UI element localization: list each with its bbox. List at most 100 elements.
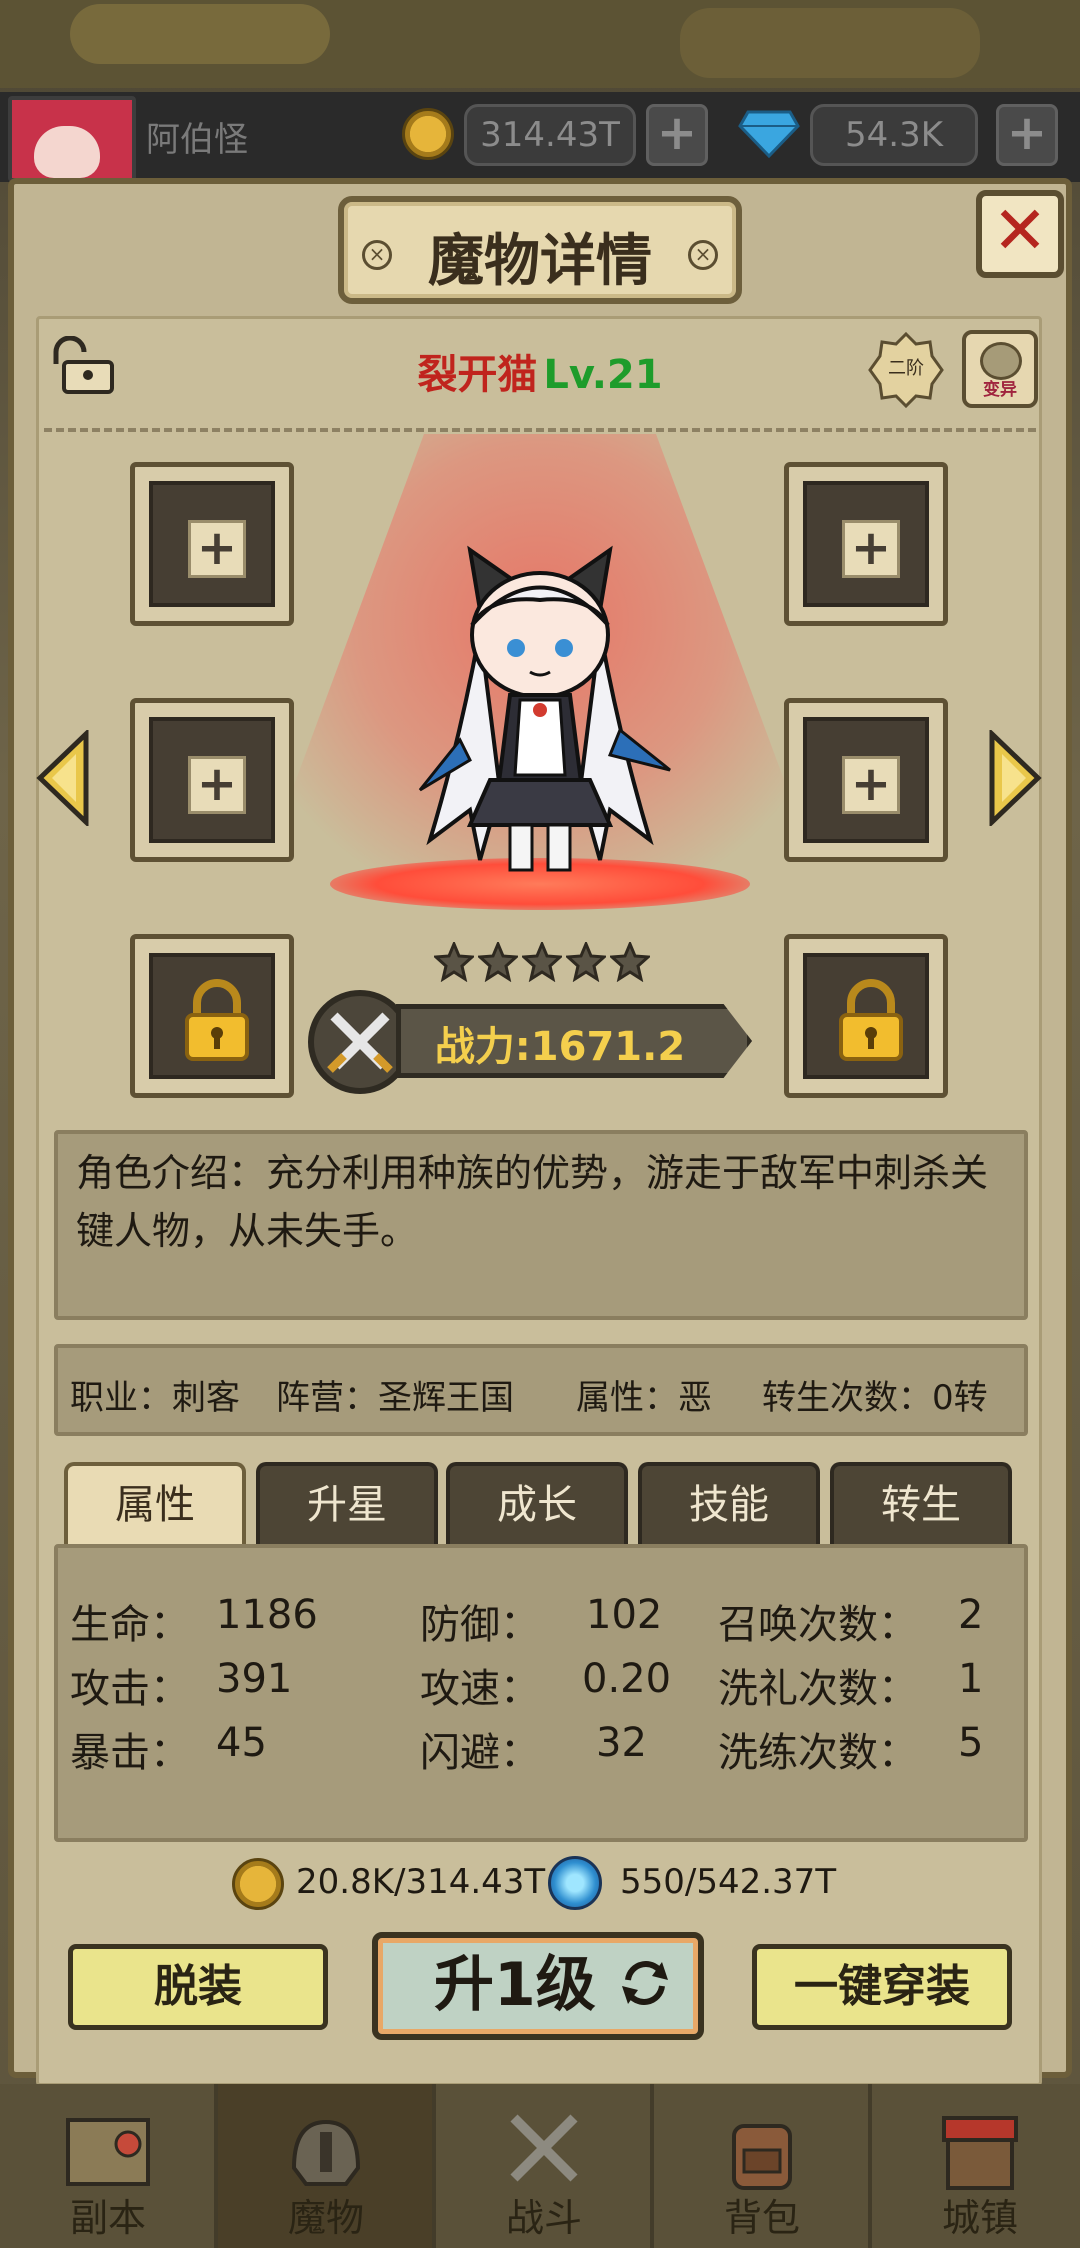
stat-refine-value: 5 <box>958 1720 984 1766</box>
gold-coin-icon <box>402 108 454 160</box>
stat-dodge-label: 闪避： <box>420 1730 540 1776</box>
slot-well: + <box>149 717 275 843</box>
padlock-icon <box>839 979 903 1061</box>
nav-label: 魔物 <box>287 2196 364 2240</box>
gold-cost: 20.8K/314.43T <box>296 1862 546 1902</box>
camp-info: 阵营：圣辉王国 <box>276 1378 514 1418</box>
tab-growth[interactable]: 成长 <box>446 1462 628 1546</box>
star-icon <box>478 942 518 982</box>
gold-amount: 314.43T <box>464 104 636 166</box>
slot-well: + <box>149 481 275 607</box>
swords-graphic <box>327 1012 393 1073</box>
stat-hp-label: 生命： <box>70 1602 190 1648</box>
essence-cost: 550/542.37T <box>620 1862 837 1902</box>
stat-aspd-label: 攻速： <box>420 1666 540 1712</box>
star-icon <box>522 942 562 982</box>
stat-def-label: 防御： <box>420 1602 540 1648</box>
monster-character-sprite <box>418 545 671 872</box>
tier-label: 二阶 <box>888 358 924 379</box>
stat-crit-value: 45 <box>216 1720 267 1766</box>
add-icon: + <box>188 520 246 578</box>
stat-summon-label: 召唤次数： <box>718 1602 918 1648</box>
divider <box>44 428 1036 432</box>
stat-baptism-label: 洗礼次数： <box>718 1666 918 1712</box>
job-info: 职业：刺客 <box>70 1378 240 1418</box>
equip-slot-2[interactable]: + <box>784 462 948 626</box>
attribute-info: 属性：恶 <box>576 1378 712 1418</box>
town-icon <box>942 2116 1018 2190</box>
next-monster-arrow-icon[interactable] <box>986 730 1042 826</box>
monster-name: 裂开猫 <box>417 352 538 398</box>
add-gold-button[interactable]: + <box>646 104 708 166</box>
tab-attributes[interactable]: 属性 <box>64 1462 246 1546</box>
character-description: 角色介绍：充分利用种族的优势，游走于敌军中刺杀关键人物，从未失手。 <box>76 1151 989 1253</box>
player-name: 阿伯怪 <box>146 120 248 160</box>
slot-well <box>803 953 929 1079</box>
top-status-bar: 阿伯怪 314.43T + 54.3K + <box>0 92 1080 182</box>
nav-label: 城镇 <box>941 2196 1018 2240</box>
dialog-title: 魔物详情 <box>428 229 652 294</box>
bolt-icon: × <box>688 240 718 270</box>
add-icon: + <box>188 756 246 814</box>
nav-label: 战斗 <box>505 2196 582 2240</box>
bottom-navigation: 副本 魔物 战斗 背包 城镇 <box>0 2084 1080 2248</box>
stat-hp-value: 1186 <box>216 1592 318 1638</box>
slot-well: + <box>803 481 929 607</box>
rebirth-info: 转生次数：0转 <box>762 1378 988 1418</box>
map-icon <box>66 2118 150 2186</box>
nav-dungeon[interactable]: 副本 <box>0 2084 216 2248</box>
essence-orb-icon <box>548 1856 602 1910</box>
add-icon: + <box>842 756 900 814</box>
crossed-swords-icon <box>510 2114 578 2182</box>
stat-aspd-value: 0.20 <box>582 1656 672 1702</box>
close-button[interactable]: ✕ <box>976 190 1064 278</box>
backpack-icon <box>732 2124 792 2190</box>
avatar-face <box>34 126 100 178</box>
gem-amount: 54.3K <box>810 104 978 166</box>
stat-crit-label: 暴击： <box>70 1730 190 1776</box>
tab-skills[interactable]: 技能 <box>638 1462 820 1546</box>
unequip-button[interactable]: 脱装 <box>68 1944 328 2030</box>
stats-panel: 生命： 1186 防御： 102 召唤次数： 2 攻击： 391 攻速： 0.2… <box>54 1544 1028 1842</box>
nav-label: 背包 <box>723 2196 800 2240</box>
star-rating <box>434 942 654 986</box>
equip-slot-locked-1[interactable] <box>130 934 294 1098</box>
equip-slot-3[interactable]: + <box>130 698 294 862</box>
stat-refine-label: 洗练次数： <box>718 1730 918 1776</box>
equip-all-button[interactable]: 一键穿装 <box>752 1944 1012 2030</box>
star-icon <box>566 942 606 982</box>
stat-def-value: 102 <box>586 1592 663 1638</box>
nav-monster[interactable]: 魔物 <box>218 2084 434 2248</box>
prev-monster-arrow-icon[interactable] <box>36 730 92 826</box>
stat-dodge-value: 32 <box>596 1720 647 1766</box>
avatar[interactable] <box>8 96 136 182</box>
mutate-button[interactable]: 变异 <box>962 330 1038 408</box>
monster-helmet-icon <box>291 2119 361 2186</box>
padlock-icon <box>185 979 249 1061</box>
title-plate: × 魔物详情 × <box>338 196 742 304</box>
nav-battle[interactable]: 战斗 <box>436 2084 652 2248</box>
combat-power: 战力:1671.2 <box>434 1024 686 1070</box>
stat-atk-label: 攻击： <box>70 1666 190 1712</box>
nav-label: 副本 <box>69 2196 146 2240</box>
mutate-label: 变异 <box>983 380 1017 400</box>
equip-slot-1[interactable]: + <box>130 462 294 626</box>
slot-well <box>149 953 275 1079</box>
stat-summon-value: 2 <box>958 1592 984 1638</box>
slot-well: + <box>803 717 929 843</box>
star-icon <box>610 942 650 982</box>
refresh-icon[interactable] <box>618 1956 672 2010</box>
nav-town[interactable]: 城镇 <box>872 2084 1080 2248</box>
add-gem-button[interactable]: + <box>996 104 1058 166</box>
tab-rebirth[interactable]: 转生 <box>830 1462 1012 1546</box>
stat-atk-value: 391 <box>216 1656 293 1702</box>
description-box: 角色介绍：充分利用种族的优势，游走于敌军中刺杀关键人物，从未失手。 <box>54 1130 1028 1320</box>
equip-slot-locked-2[interactable] <box>784 934 948 1098</box>
star-icon <box>434 942 474 982</box>
background-banner <box>0 0 1080 88</box>
nav-backpack[interactable]: 背包 <box>654 2084 870 2248</box>
tab-star-up[interactable]: 升星 <box>256 1462 438 1546</box>
monster-level: Lv.21 <box>543 352 663 398</box>
equip-slot-4[interactable]: + <box>784 698 948 862</box>
add-icon: + <box>842 520 900 578</box>
